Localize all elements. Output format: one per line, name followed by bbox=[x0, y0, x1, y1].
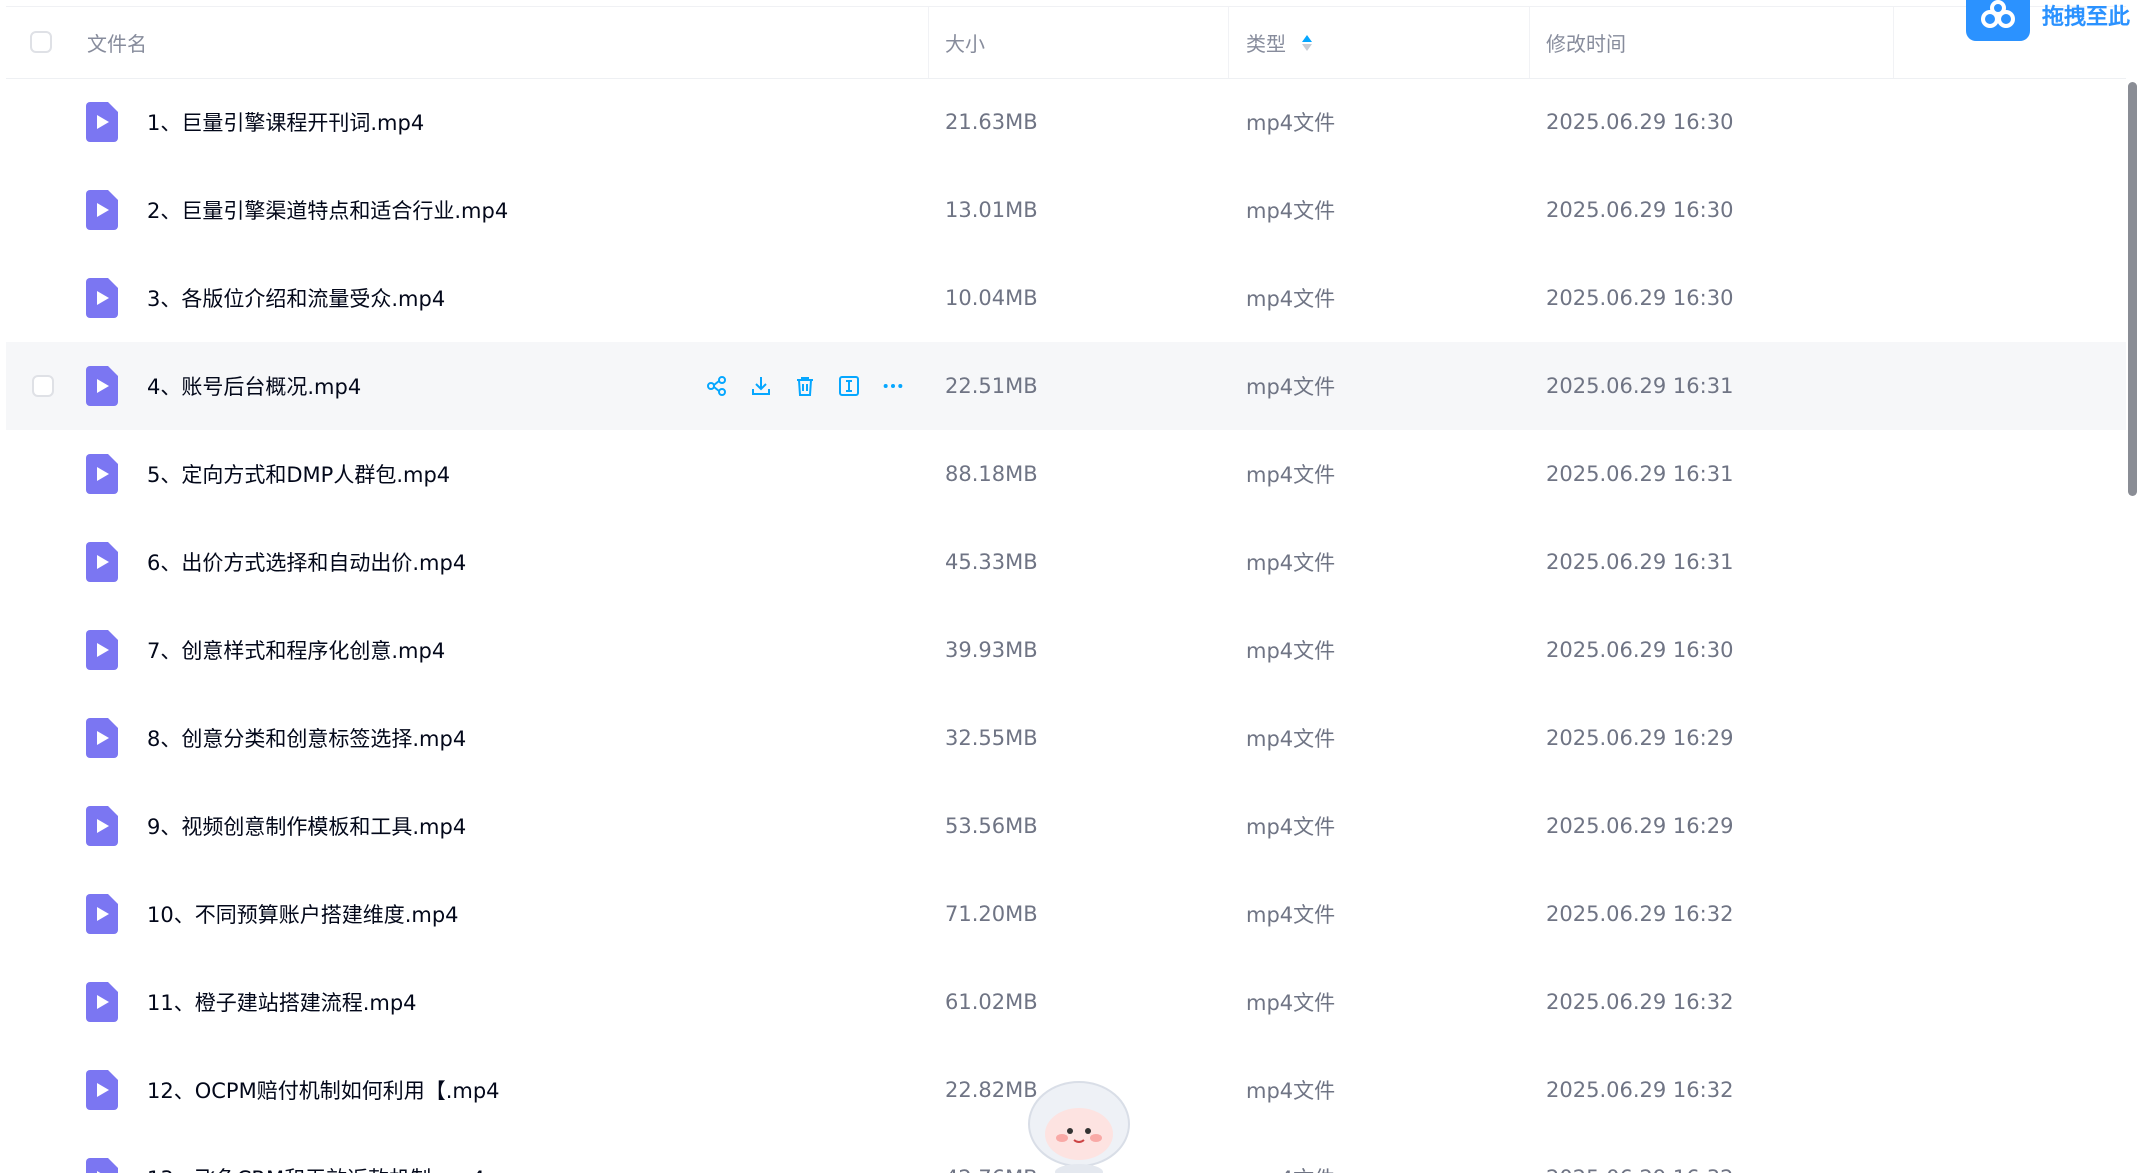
download-icon[interactable] bbox=[750, 375, 772, 397]
file-row[interactable]: 6、出价方式选择和自动出价.mp4 45.33MB mp4文件 2025.06.29 … bbox=[6, 518, 2126, 606]
file-size: 53.56MB bbox=[945, 814, 1038, 838]
file-name[interactable]: 2、巨量引擎渠道特点和适合行业.mp4 bbox=[147, 166, 508, 254]
file-type: mp4文件 bbox=[1246, 1079, 1336, 1103]
header-name[interactable]: 文件名 bbox=[87, 7, 147, 78]
video-file-icon bbox=[86, 454, 118, 494]
file-row[interactable]: 2、巨量引擎渠道特点和适合行业.mp4 13.01MB mp4文件 2025.06.2… bbox=[6, 166, 2126, 254]
video-file-icon bbox=[86, 1158, 118, 1173]
file-modified: 2025.06.29 16:32 bbox=[1546, 990, 1734, 1014]
file-type: mp4文件 bbox=[1246, 1134, 1335, 1173]
more-icon[interactable] bbox=[882, 375, 904, 397]
file-modified: 2025.06.29 16:29 bbox=[1546, 814, 1734, 838]
file-name[interactable]: 8、创意分类和创意标签选择.mp4 bbox=[147, 694, 466, 782]
file-type: mp4文件 bbox=[1246, 199, 1336, 223]
file-name[interactable]: 4、账号后台概况.mp4 bbox=[147, 342, 361, 430]
file-type: mp4文件 bbox=[1246, 287, 1336, 311]
file-modified: 2025.06.29 16:31 bbox=[1546, 462, 1734, 486]
file-name[interactable]: 7、创意样式和程序化创意.mp4 bbox=[147, 606, 445, 694]
file-size: 22.51MB bbox=[945, 374, 1038, 398]
file-row[interactable]: 9、视频创意制作模板和工具.mp4 53.56MB mp4文件 2025.06.29 … bbox=[6, 782, 2126, 870]
row-actions bbox=[706, 342, 904, 430]
file-size: 39.93MB bbox=[945, 638, 1038, 662]
file-size: 88.18MB bbox=[945, 462, 1038, 486]
file-size: 21.63MB bbox=[945, 110, 1038, 134]
file-row[interactable]: 1、巨量引擎课程开刊词.mp4 21.63MB mp4文件 2025.06.29 16… bbox=[6, 78, 2126, 166]
file-modified: 2025.06.29 16:30 bbox=[1546, 638, 1734, 662]
video-file-icon bbox=[86, 630, 118, 670]
file-modified: 2025.06.29 16:31 bbox=[1546, 550, 1734, 574]
file-type: mp4文件 bbox=[1246, 463, 1336, 487]
file-type: mp4文件 bbox=[1246, 375, 1336, 399]
baidu-netdisk-logo-icon bbox=[1966, 0, 2030, 41]
file-modified: 2025.06.29 16:30 bbox=[1546, 198, 1734, 222]
file-type: mp4文件 bbox=[1246, 727, 1336, 751]
file-row[interactable]: 3、各版位介绍和流量受众.mp4 10.04MB mp4文件 2025.06.29 1… bbox=[6, 254, 2126, 342]
file-type: mp4文件 bbox=[1246, 815, 1336, 839]
file-row[interactable]: 11、橙子建站搭建流程.mp4 61.02MB mp4文件 2025.06.29 16… bbox=[6, 958, 2126, 1046]
video-file-icon bbox=[86, 278, 118, 318]
file-modified: 2025.06.29 16:32 bbox=[1546, 1134, 1733, 1173]
delete-icon[interactable] bbox=[794, 375, 816, 397]
file-list-page: 文件名 大小 类型 修改时间 1、巨量引擎课程开刊词.mp4 21.63MB mp4… bbox=[0, 0, 2137, 1173]
file-row[interactable]: 4、账号后台概况.mp4 22.51MB mp4文件 2025.06.29 16:31 bbox=[6, 342, 2126, 430]
column-divider[interactable] bbox=[928, 7, 929, 78]
file-name[interactable]: 10、不同预算账户搭建维度.mp4 bbox=[147, 870, 459, 958]
file-name[interactable]: 9、视频创意制作模板和工具.mp4 bbox=[147, 782, 466, 870]
header-type-label: 类型 bbox=[1246, 32, 1286, 56]
file-name[interactable]: 11、橙子建站搭建流程.mp4 bbox=[147, 958, 417, 1046]
file-size: 32.55MB bbox=[945, 726, 1038, 750]
file-size: 45.33MB bbox=[945, 550, 1038, 574]
share-icon[interactable] bbox=[706, 375, 728, 397]
file-modified: 2025.06.29 16:30 bbox=[1546, 110, 1734, 134]
video-file-icon bbox=[86, 102, 118, 142]
file-modified: 2025.06.29 16:32 bbox=[1546, 902, 1734, 926]
file-modified: 2025.06.29 16:29 bbox=[1546, 726, 1734, 750]
file-modified: 2025.06.29 16:30 bbox=[1546, 286, 1734, 310]
vertical-scrollbar[interactable] bbox=[2128, 82, 2137, 496]
header-size[interactable]: 大小 bbox=[945, 7, 985, 78]
file-row[interactable]: 10、不同预算账户搭建维度.mp4 71.20MB mp4文件 2025.06.29 … bbox=[6, 870, 2126, 958]
header-modified[interactable]: 修改时间 bbox=[1546, 7, 1626, 78]
video-file-icon bbox=[86, 366, 118, 406]
mascot-icon[interactable] bbox=[1024, 1076, 1134, 1173]
file-modified: 2025.06.29 16:32 bbox=[1546, 1078, 1734, 1102]
file-name[interactable]: 1、巨量引擎课程开刊词.mp4 bbox=[147, 78, 424, 166]
file-modified: 2025.06.29 16:31 bbox=[1546, 374, 1734, 398]
file-type: mp4文件 bbox=[1246, 551, 1336, 575]
file-type: mp4文件 bbox=[1246, 991, 1336, 1015]
file-name[interactable]: 3、各版位介绍和流量受众.mp4 bbox=[147, 254, 445, 342]
sort-icon[interactable] bbox=[1302, 34, 1312, 51]
file-name[interactable]: 13、飞鱼CRM和无效返款机制.mp4 bbox=[147, 1134, 485, 1173]
file-row[interactable]: 5、定向方式和DMP人群包.mp4 88.18MB mp4文件 2025.06.29 … bbox=[6, 430, 2126, 518]
file-size: 13.01MB bbox=[945, 198, 1038, 222]
file-name[interactable]: 6、出价方式选择和自动出价.mp4 bbox=[147, 518, 466, 606]
video-file-icon bbox=[86, 190, 118, 230]
column-divider[interactable] bbox=[1529, 7, 1530, 78]
select-all-checkbox[interactable] bbox=[30, 31, 52, 53]
rename-icon[interactable] bbox=[838, 375, 860, 397]
column-divider[interactable] bbox=[1893, 7, 1894, 78]
file-name[interactable]: 5、定向方式和DMP人群包.mp4 bbox=[147, 430, 450, 518]
file-row[interactable]: 8、创意分类和创意标签选择.mp4 32.55MB mp4文件 2025.06.29 … bbox=[6, 694, 2126, 782]
column-divider[interactable] bbox=[1228, 7, 1229, 78]
header-type[interactable]: 类型 bbox=[1246, 7, 1312, 78]
file-size: 61.02MB bbox=[945, 990, 1038, 1014]
file-name[interactable]: 12、OCPM赔付机制如何利用【.mp4 bbox=[147, 1046, 500, 1134]
drag-here-badge: 拖拽至此 bbox=[1966, 0, 2137, 42]
video-file-icon bbox=[86, 982, 118, 1022]
file-type: mp4文件 bbox=[1246, 111, 1336, 135]
video-file-icon bbox=[86, 806, 118, 846]
drag-here-text: 拖拽至此 bbox=[2042, 5, 2131, 30]
file-size: 10.04MB bbox=[945, 286, 1038, 310]
file-type: mp4文件 bbox=[1246, 639, 1336, 663]
row-checkbox[interactable] bbox=[32, 375, 54, 397]
file-type: mp4文件 bbox=[1246, 903, 1336, 927]
file-row[interactable]: 7、创意样式和程序化创意.mp4 39.93MB mp4文件 2025.06.29 1… bbox=[6, 606, 2126, 694]
video-file-icon bbox=[86, 718, 118, 758]
video-file-icon bbox=[86, 542, 118, 582]
file-size: 71.20MB bbox=[945, 902, 1038, 926]
video-file-icon bbox=[86, 894, 118, 934]
file-table-header: 文件名 大小 类型 修改时间 bbox=[6, 6, 2126, 79]
video-file-icon bbox=[86, 1070, 118, 1110]
